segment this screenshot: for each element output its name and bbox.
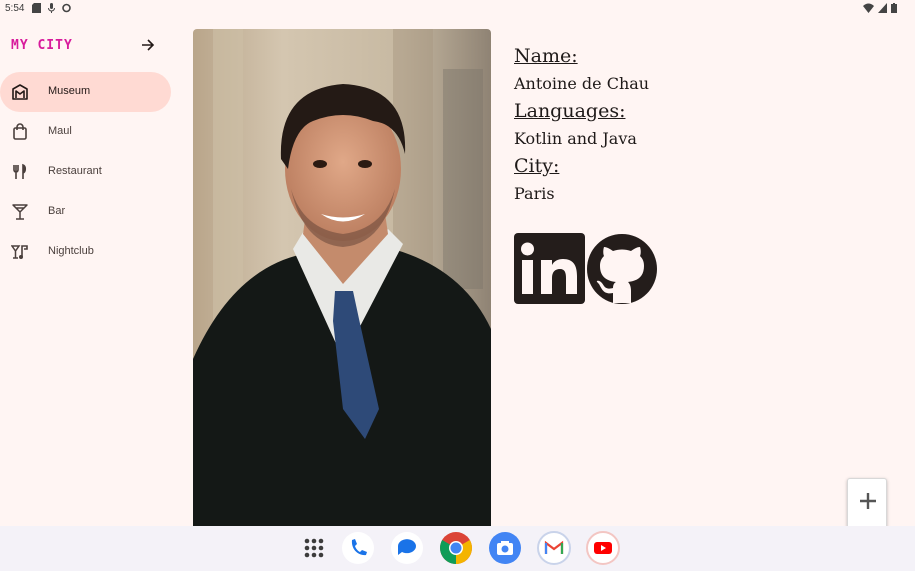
languages-heading: Languages: bbox=[514, 100, 626, 122]
name-value: Antoine de Chau bbox=[514, 74, 650, 93]
taskbar bbox=[0, 526, 915, 571]
languages-value: Kotlin and Java bbox=[514, 129, 637, 148]
navigation-drawer: MY CITY Museum Maul Restaurant Bar Night… bbox=[0, 17, 180, 527]
profile-photo bbox=[193, 29, 491, 526]
cocktail-icon bbox=[12, 204, 28, 220]
battery-icon bbox=[891, 3, 897, 13]
wifi-icon bbox=[863, 3, 874, 13]
zoom-in-button[interactable] bbox=[848, 481, 888, 521]
drawer-item-maul[interactable]: Maul bbox=[0, 112, 171, 152]
chrome-icon[interactable] bbox=[439, 531, 473, 565]
drawer-item-label: Nightclub bbox=[48, 245, 94, 257]
drawer-item-restaurant[interactable]: Restaurant bbox=[0, 152, 171, 192]
drawer-item-label: Bar bbox=[48, 205, 66, 217]
status-bar: 5:54 bbox=[0, 0, 915, 17]
sd-card-icon bbox=[32, 3, 41, 13]
museum-icon bbox=[12, 84, 28, 100]
youtube-icon[interactable] bbox=[586, 531, 620, 565]
city-heading: City: bbox=[514, 155, 560, 177]
app-launcher-icon[interactable] bbox=[297, 531, 331, 565]
app-title: MY CITY bbox=[11, 38, 73, 53]
drawer-item-museum[interactable]: Museum bbox=[0, 72, 171, 112]
gmail-icon[interactable] bbox=[537, 531, 571, 565]
social-links bbox=[514, 233, 658, 305]
restaurant-icon bbox=[13, 163, 27, 179]
name-heading: Name: bbox=[514, 45, 578, 67]
nightlife-icon bbox=[11, 245, 28, 259]
status-time: 5:54 bbox=[5, 3, 25, 14]
linkedin-link[interactable] bbox=[514, 233, 586, 305]
mic-icon bbox=[48, 3, 55, 13]
drawer-item-label: Museum bbox=[48, 85, 91, 97]
linkedin-icon bbox=[514, 233, 585, 304]
profile-info: Name: Antoine de Chau Languages: Kotlin … bbox=[514, 44, 649, 209]
shopping-bag-icon bbox=[13, 123, 27, 140]
drawer-item-nightclub[interactable]: Nightclub bbox=[0, 232, 171, 272]
arrow-forward-icon[interactable] bbox=[138, 35, 158, 55]
drawer-item-label: Restaurant bbox=[48, 165, 102, 177]
drawer-item-label: Maul bbox=[48, 125, 72, 137]
drawer-item-bar[interactable]: Bar bbox=[0, 192, 171, 232]
github-icon bbox=[587, 234, 657, 304]
signal-icon bbox=[878, 3, 887, 13]
sync-icon bbox=[62, 3, 71, 13]
phone-icon[interactable] bbox=[341, 531, 375, 565]
messages-icon[interactable] bbox=[390, 531, 424, 565]
city-value: Paris bbox=[514, 184, 555, 203]
github-link[interactable] bbox=[586, 233, 658, 305]
camera-icon[interactable] bbox=[488, 531, 522, 565]
